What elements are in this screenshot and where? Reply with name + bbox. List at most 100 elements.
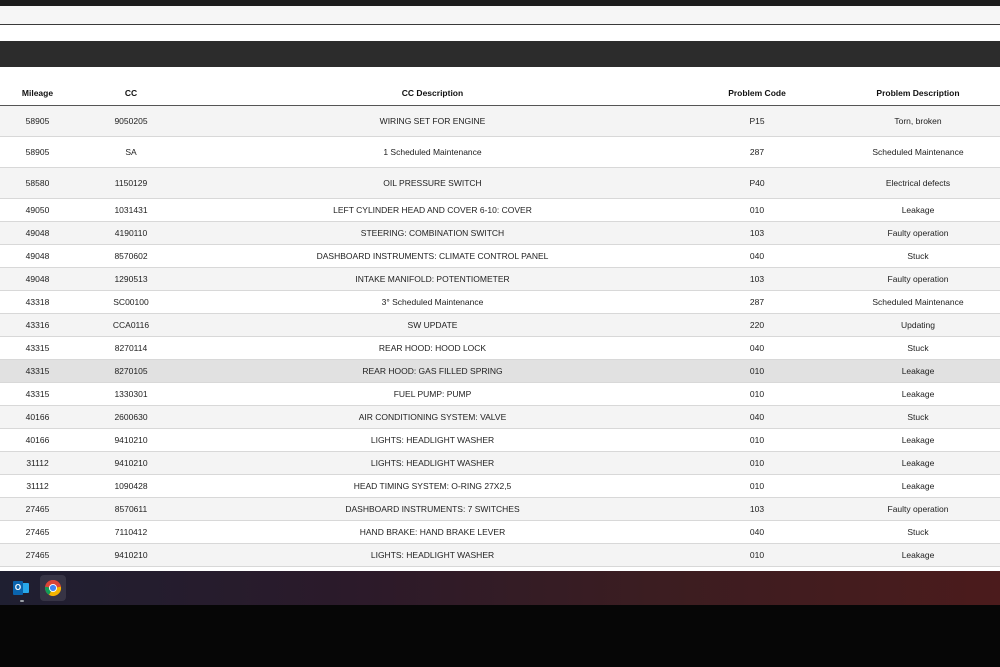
cc-description-cell: 3° Scheduled Maintenance	[187, 290, 678, 314]
table-row[interactable]: 43315 1330301 FUEL PUMP: PUMP 010 Leakage	[0, 382, 1000, 406]
mileage-cell: 58905	[0, 105, 75, 137]
problem-description-cell: Stuck	[836, 520, 1000, 544]
table-row[interactable]: 43315 8270114 REAR HOOD: HOOD LOCK 040 Stuck	[0, 336, 1000, 360]
mileage-cell: 43318	[0, 290, 75, 314]
mileage-cell: 43315	[0, 382, 75, 406]
running-indicator	[20, 600, 24, 602]
cc-description-cell: AIR CONDITIONING SYSTEM: VALVE	[187, 405, 678, 429]
cc-cell: 1031431	[75, 198, 187, 222]
top-input-field[interactable]	[0, 6, 1000, 25]
problem-description-cell: Electrical defects	[836, 167, 1000, 199]
problem-code-cell: 010	[678, 382, 836, 406]
problem-code-cell: P15	[678, 105, 836, 137]
cc-description-cell: LIGHTS: HEADLIGHT WASHER	[187, 451, 678, 475]
table-row[interactable]: 43318 SC00100 3° Scheduled Maintenance 287 S…	[0, 290, 1000, 314]
problem-code-cell: 010	[678, 451, 836, 475]
taskbar-outlook-button[interactable]: O	[8, 575, 34, 601]
problem-description-cell: Leakage	[836, 428, 1000, 452]
cc-cell: 9410210	[75, 451, 187, 475]
cc-description-cell: LEFT CYLINDER HEAD AND COVER 6-10: COVER	[187, 198, 678, 222]
table-row[interactable]: 49048 8570602 DASHBOARD INSTRUMENTS: CLIMA…	[0, 244, 1000, 268]
table-row[interactable]: 49048 4190110 STEERING: COMBINATION SWITCH…	[0, 221, 1000, 245]
problem-description-cell: Leakage	[836, 382, 1000, 406]
cc-description-cell: INTAKE MANIFOLD: POTENTIOMETER	[187, 267, 678, 291]
header-band	[0, 41, 1000, 67]
table-row[interactable]: 58905 SA 1 Scheduled Maintenance 287 Schedul…	[0, 136, 1000, 168]
column-header-problem-code[interactable]: Problem Code	[678, 81, 836, 106]
column-header-cc-description[interactable]: CC Description	[187, 81, 678, 106]
problem-code-cell: 103	[678, 267, 836, 291]
problem-code-cell: 040	[678, 520, 836, 544]
mileage-cell: 49050	[0, 198, 75, 222]
problem-description-cell: Leakage	[836, 474, 1000, 498]
problem-description-cell: Leakage	[836, 359, 1000, 383]
cc-description-cell: DASHBOARD INSTRUMENTS: CLIMATE CONTROL P…	[187, 244, 678, 268]
column-header-mileage[interactable]: Mileage	[0, 81, 75, 106]
cc-cell: 8570602	[75, 244, 187, 268]
problem-code-cell: 040	[678, 336, 836, 360]
cc-cell: SA	[75, 136, 187, 168]
table-row[interactable]: 31112 9410210 LIGHTS: HEADLIGHT WASHER 010 L…	[0, 451, 1000, 475]
table-row[interactable]: 58580 1150129 OIL PRESSURE SWITCH P40 Electr…	[0, 167, 1000, 199]
cc-description-cell: LIGHTS: HEADLIGHT WASHER	[187, 543, 678, 567]
problem-code-cell: 010	[678, 543, 836, 567]
chrome-icon	[44, 579, 62, 596]
problem-description-cell: Stuck	[836, 405, 1000, 429]
cc-description-cell: WIRING SET FOR ENGINE	[187, 105, 678, 137]
table-row[interactable]: 27465 7110412 HAND BRAKE: HAND BRAKE LEVER…	[0, 520, 1000, 544]
table-row[interactable]: 49050 1031431 LEFT CYLINDER HEAD AND COVER…	[0, 198, 1000, 222]
table-row[interactable]: 27465 8570611 DASHBOARD INSTRUMENTS: 7 SWI…	[0, 497, 1000, 521]
problem-code-cell: 220	[678, 313, 836, 337]
problem-code-cell: 103	[678, 497, 836, 521]
table-row[interactable]: 27465 9410210 LIGHTS: HEADLIGHT WASHER 010 L…	[0, 543, 1000, 567]
cc-description-cell: STEERING: COMBINATION SWITCH	[187, 221, 678, 245]
mileage-cell: 43316	[0, 313, 75, 337]
column-header-cc[interactable]: CC	[75, 81, 187, 106]
table-row[interactable]: 40166 9410210 LIGHTS: HEADLIGHT WASHER 010 L…	[0, 428, 1000, 452]
problem-code-cell: 287	[678, 290, 836, 314]
problem-code-cell: 287	[678, 136, 836, 168]
cc-cell: 8270105	[75, 359, 187, 383]
problem-description-cell: Stuck	[836, 336, 1000, 360]
table-row[interactable]: 58905 9050205 WIRING SET FOR ENGINE P15 Torn…	[0, 105, 1000, 137]
outlook-icon: O	[13, 580, 29, 596]
table-row[interactable]: 49048 1290513 INTAKE MANIFOLD: POTENTIOMET…	[0, 267, 1000, 291]
mileage-cell: 43315	[0, 336, 75, 360]
table-header-row: Mileage CC CC Description Problem Code P…	[0, 81, 1000, 106]
problem-code-cell: 010	[678, 474, 836, 498]
table-row[interactable]: 31112 1090428 HEAD TIMING SYSTEM: O-RING 2…	[0, 474, 1000, 498]
problem-description-cell: Torn, broken	[836, 105, 1000, 137]
table-row[interactable]: 43316 CCA0116 SW UPDATE 220 Updating	[0, 313, 1000, 337]
problem-description-cell: Faulty operation	[836, 221, 1000, 245]
claims-table: Mileage CC CC Description Problem Code P…	[0, 81, 1000, 567]
cc-cell: 9410210	[75, 428, 187, 452]
cc-cell: 9410210	[75, 543, 187, 567]
cc-description-cell: OIL PRESSURE SWITCH	[187, 167, 678, 199]
table-row[interactable]: 43315 8270105 REAR HOOD: GAS FILLED SPRING…	[0, 359, 1000, 383]
cc-description-cell: HAND BRAKE: HAND BRAKE LEVER	[187, 520, 678, 544]
cc-cell: 1150129	[75, 167, 187, 199]
problem-code-cell: 010	[678, 198, 836, 222]
cc-cell: 1330301	[75, 382, 187, 406]
cc-cell: 8270114	[75, 336, 187, 360]
bottom-bezel	[0, 605, 1000, 667]
mileage-cell: 49048	[0, 244, 75, 268]
problem-description-cell: Stuck	[836, 244, 1000, 268]
mileage-cell: 58580	[0, 167, 75, 199]
table-row[interactable]: 40166 2600630 AIR CONDITIONING SYSTEM: VAL…	[0, 405, 1000, 429]
problem-description-cell: Faulty operation	[836, 267, 1000, 291]
taskbar-chrome-button[interactable]	[40, 575, 66, 601]
mileage-cell: 49048	[0, 221, 75, 245]
cc-cell: SC00100	[75, 290, 187, 314]
problem-code-cell: 010	[678, 428, 836, 452]
cc-description-cell: LIGHTS: HEADLIGHT WASHER	[187, 428, 678, 452]
cc-cell: 1290513	[75, 267, 187, 291]
mileage-cell: 43315	[0, 359, 75, 383]
column-header-problem-description[interactable]: Problem Description	[836, 81, 1000, 106]
cc-description-cell: SW UPDATE	[187, 313, 678, 337]
mileage-cell: 31112	[0, 451, 75, 475]
problem-code-cell: 103	[678, 221, 836, 245]
cc-cell: 8570611	[75, 497, 187, 521]
cc-description-cell: DASHBOARD INSTRUMENTS: 7 SWITCHES	[187, 497, 678, 521]
cc-cell: 7110412	[75, 520, 187, 544]
